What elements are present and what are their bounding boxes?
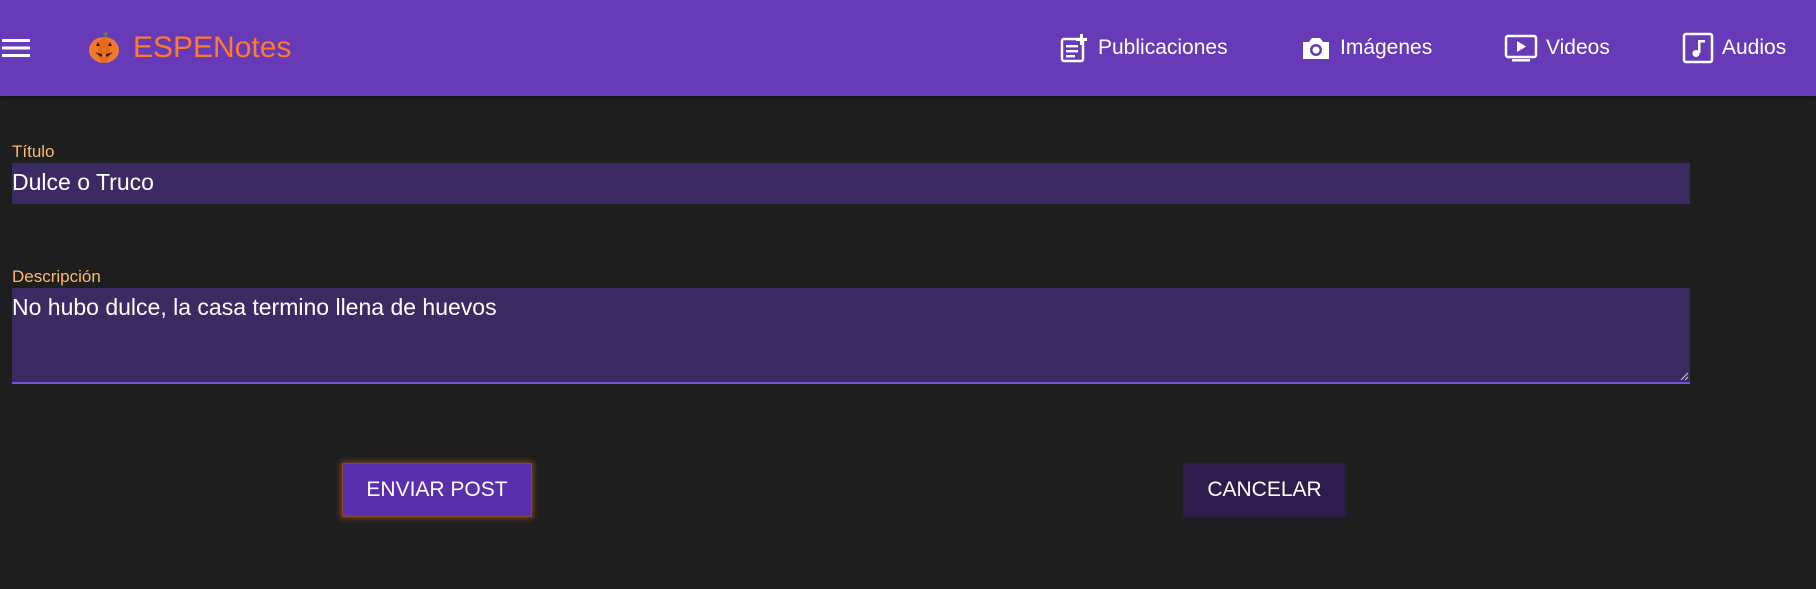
camera-icon — [1303, 38, 1329, 59]
nav-label: Publicaciones — [1098, 36, 1228, 59]
title-value: Dulce o Truco — [12, 169, 154, 195]
submit-post-button[interactable]: ENVIAR POST — [342, 463, 532, 517]
nav-label: Videos — [1546, 36, 1610, 59]
video-play-icon — [1504, 34, 1538, 62]
hamburger-menu-icon[interactable] — [2, 36, 30, 60]
title-input[interactable]: Dulce o Truco — [12, 163, 1690, 204]
cancel-button[interactable]: CANCELAR — [1183, 463, 1346, 517]
resize-handle-icon[interactable] — [1679, 371, 1689, 381]
brand-title[interactable]: ESPENotes — [133, 30, 291, 66]
nav-videos[interactable]: Videos — [1504, 30, 1610, 66]
description-value: No hubo dulce, la casa termino llena de … — [12, 294, 497, 320]
nav-imagenes[interactable]: Imágenes — [1300, 30, 1432, 66]
description-label: Descripción — [12, 267, 101, 286]
pumpkin-logo-icon — [86, 30, 122, 66]
nav-audios[interactable]: Audios — [1682, 30, 1786, 66]
post-add-icon — [1060, 34, 1087, 63]
nav-publicaciones[interactable]: Publicaciones — [1060, 30, 1228, 66]
description-textarea[interactable]: No hubo dulce, la casa termino llena de … — [12, 288, 1690, 384]
title-label: Título — [12, 142, 55, 161]
top-app-bar: ESPENotes Publicaciones Imágenes Videos — [0, 0, 1816, 96]
nav-label: Imágenes — [1340, 36, 1433, 59]
music-note-icon — [1682, 32, 1714, 64]
nav-label: Audios — [1722, 36, 1787, 59]
